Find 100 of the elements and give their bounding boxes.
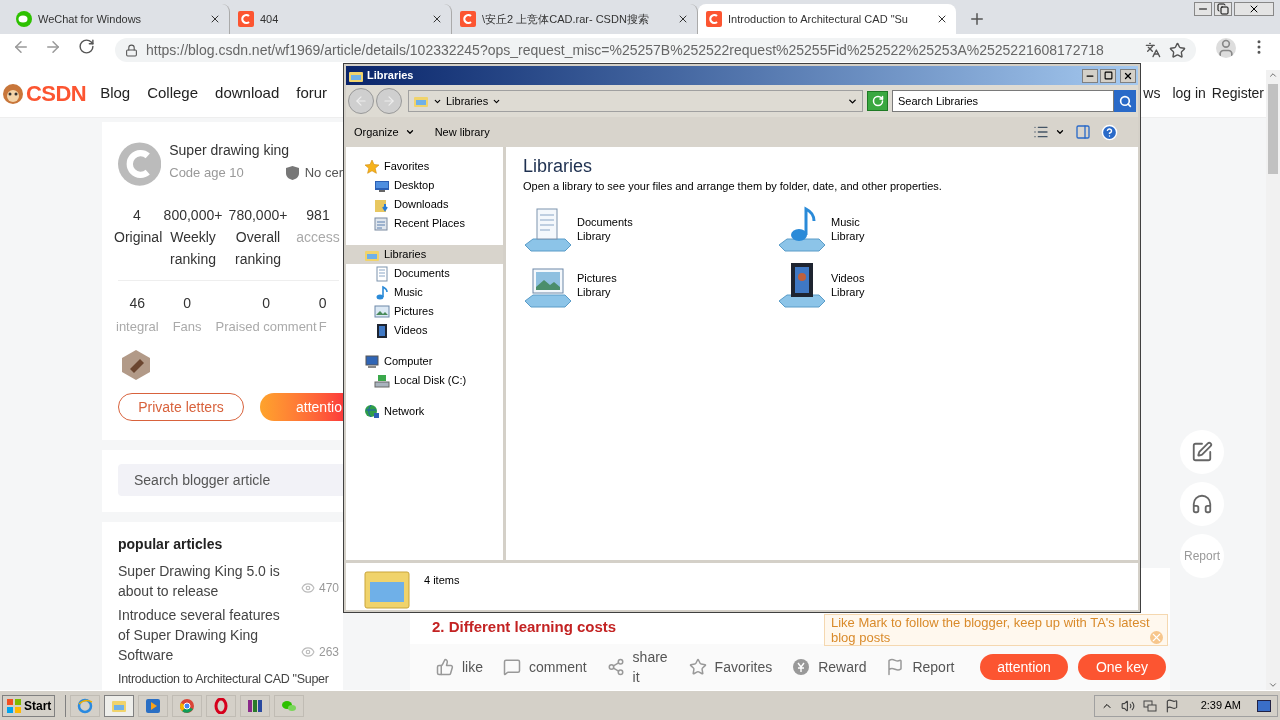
scrollbar-thumb[interactable] [1268, 84, 1278, 174]
preview-pane-icon[interactable] [1075, 124, 1091, 140]
refresh-button[interactable] [867, 91, 888, 111]
close-tab-icon[interactable] [677, 13, 689, 25]
action-button[interactable]: Report [886, 656, 955, 678]
reload-icon[interactable] [78, 38, 95, 55]
start-button[interactable]: Start [2, 694, 56, 717]
taskbar-app[interactable] [172, 694, 203, 717]
browser-tab[interactable]: Introduction to Architectural CAD "Su [698, 4, 956, 34]
toolbar-button[interactable]: New library [434, 123, 490, 141]
nav-item[interactable]: Documents [346, 264, 503, 283]
nav-link[interactable]: College [147, 82, 199, 105]
certification-status: No cer [304, 164, 343, 182]
address-field[interactable]: Libraries [408, 90, 863, 112]
nav-item[interactable]: Desktop [346, 176, 503, 195]
bookmark-star-icon[interactable] [1169, 41, 1186, 59]
action-button[interactable]: like [436, 656, 483, 678]
taskbar-app[interactable] [138, 694, 169, 717]
header-link[interactable]: ws [1143, 83, 1161, 104]
url-text: https://blog.csdn.net/wf1969/article/details/102332245?ops_request_misc=%25257B%252522request%25255Fid%252522%25253A%2525221608172718 [146, 40, 1104, 60]
c-logo-icon [460, 11, 476, 27]
search-button[interactable] [1114, 90, 1136, 112]
close-tab-icon[interactable] [936, 13, 948, 25]
blogger-name[interactable]: Super drawing king [169, 140, 343, 161]
clock[interactable]: 2:39 AM [1200, 697, 1241, 714]
nav-item[interactable]: Pictures [346, 302, 503, 321]
picture-frame-icon [374, 303, 390, 320]
taskbar-app[interactable] [240, 694, 271, 717]
maximize-icon [1103, 71, 1113, 80]
nav-item[interactable]: Network [346, 402, 503, 421]
edit-button[interactable] [1180, 430, 1224, 474]
blogger-search-field[interactable]: Search blogger article [118, 464, 343, 496]
action-button[interactable]: share it [606, 647, 669, 687]
nav-item[interactable]: Downloads [346, 195, 503, 214]
forward-icon[interactable] [44, 38, 62, 56]
article-heading: 2. Different learning costs [432, 617, 617, 637]
flag-icon [886, 658, 905, 676]
profile-icon[interactable] [1216, 38, 1236, 58]
nav-item[interactable]: Recent Places [346, 214, 503, 233]
minimize-icon[interactable] [1194, 2, 1212, 16]
view-count: 263 [318, 644, 339, 661]
action-button[interactable]: comment [503, 656, 587, 678]
translate-icon[interactable] [1145, 42, 1161, 58]
c-logo-icon [706, 11, 722, 27]
action-button[interactable]: Reward [792, 656, 867, 678]
nav-item[interactable]: Favorites [346, 157, 503, 176]
content-description: Open a library to see your files and arrange them by folder, date, and other properties. [523, 179, 943, 194]
nav-link[interactable]: Blog [100, 82, 131, 105]
close-button[interactable] [1120, 68, 1136, 83]
flag-icon[interactable] [1164, 698, 1179, 713]
nav-item[interactable]: Music [346, 283, 503, 302]
nav-item[interactable]: Computer [346, 352, 503, 371]
close-tab-icon[interactable] [209, 13, 221, 25]
library-tile[interactable]: Music Library [777, 204, 1031, 253]
scrollbar[interactable] [1266, 70, 1280, 690]
nav-item[interactable]: Videos [346, 321, 503, 340]
view-options-icon[interactable] [1033, 124, 1049, 140]
action-button[interactable]: Favorites [688, 656, 773, 678]
close-icon[interactable] [1234, 2, 1274, 16]
nav-item[interactable]: Local Disk (C:) [346, 371, 503, 390]
new-tab-icon[interactable] [968, 10, 986, 28]
nav-link[interactable]: download [215, 82, 280, 105]
minimize-button[interactable] [1082, 68, 1098, 83]
back-icon[interactable] [12, 38, 30, 56]
taskbar-app[interactable] [206, 694, 237, 717]
hard-disk-icon [374, 372, 390, 389]
show-desktop-button[interactable] [1257, 699, 1271, 712]
article-link[interactable]: Super Drawing King 5.0 is about to release [118, 561, 295, 601]
scroll-up-icon[interactable] [1268, 70, 1278, 80]
view-dropdown-icon[interactable] [1055, 127, 1065, 137]
nav-link[interactable]: forur [296, 82, 328, 105]
toolbar-button[interactable]: Organize [354, 123, 415, 141]
stat-label: Original [114, 228, 160, 247]
address-bar[interactable]: https://blog.csdn.net/wf1969/article/details/102332245?ops_request_misc=%25257B%252522request%25255Fid%252522%25253A%2525221608172718 [115, 38, 1196, 62]
stat-label: F [318, 318, 327, 336]
speaker-icon[interactable] [1120, 698, 1135, 713]
library-tile[interactable]: Pictures Library [523, 260, 777, 309]
close-tab-icon[interactable] [431, 13, 443, 25]
article-link[interactable]: Introduce several features of Super Drawing King Software [118, 605, 295, 665]
search-field[interactable]: Search Libraries [892, 90, 1114, 112]
restore-icon[interactable] [1214, 2, 1232, 16]
scroll-down-icon[interactable] [1268, 680, 1278, 690]
library-tile[interactable]: Videos Library [777, 260, 1031, 309]
star-icon [364, 158, 380, 175]
article-link[interactable]: Introduction to Architectural CAD "Super [118, 669, 329, 689]
header-link[interactable]: log in [1172, 83, 1206, 104]
lock-icon [125, 43, 138, 57]
help-icon[interactable] [1101, 123, 1118, 141]
support-button[interactable] [1180, 482, 1224, 526]
stat-label: access [295, 228, 341, 247]
maximize-button[interactable] [1100, 68, 1116, 83]
computer-icon [364, 353, 380, 370]
music-library-icon [777, 204, 827, 253]
network-icon[interactable] [1142, 698, 1157, 713]
chat-bubble-icon [16, 11, 32, 27]
ring-icon [213, 697, 230, 714]
nav-item[interactable]: Libraries [346, 245, 503, 264]
header-link[interactable]: Register [1211, 83, 1264, 104]
taskbar-app[interactable] [104, 694, 135, 717]
library-tile[interactable]: Documents Library [523, 204, 777, 253]
